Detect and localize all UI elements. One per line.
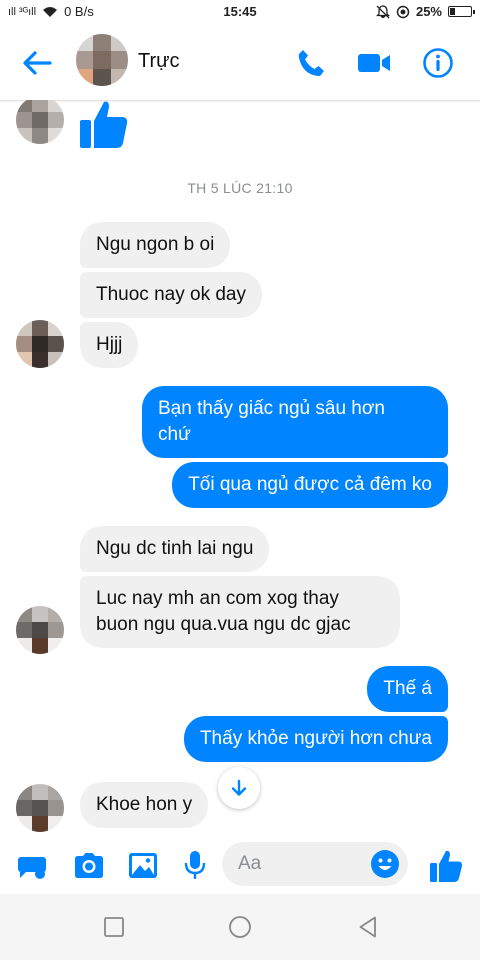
composer-bar: [0, 836, 480, 894]
message-timestamp: TH 5 LÚC 21:10: [187, 180, 293, 196]
status-bar: ıll ³ᴳıll 0 B/s 15:45 25%: [0, 0, 480, 24]
back-icon[interactable]: [356, 915, 380, 939]
incoming-message[interactable]: Thuoc nay ok day: [80, 272, 262, 318]
sender-avatar: [16, 320, 64, 368]
thumbs-up-icon[interactable]: [428, 848, 464, 884]
incoming-message[interactable]: Khoe hon y: [80, 782, 209, 828]
system-navigation-bar: [0, 894, 480, 960]
message-input[interactable]: [238, 842, 358, 886]
battery-icon: [448, 6, 475, 17]
message-input-box[interactable]: [222, 842, 408, 886]
message-list[interactable]: TH 5 LÚC 21:10 Ngu ngon b oi Thuoc nay o…: [0, 100, 480, 836]
data-saver-icon: [396, 5, 410, 18]
contact-avatar[interactable]: [76, 34, 128, 86]
sender-avatar: [16, 784, 64, 832]
info-icon[interactable]: [421, 46, 455, 80]
sender-avatar: [16, 606, 64, 654]
recent-apps-icon[interactable]: [102, 915, 126, 939]
outgoing-message[interactable]: Thế á: [367, 666, 448, 712]
contact-name[interactable]: Trực: [138, 50, 180, 73]
arrow-down-icon: [231, 779, 247, 796]
more-icon[interactable]: [16, 848, 50, 882]
home-icon[interactable]: [228, 915, 252, 939]
battery-percent: 25%: [415, 4, 442, 19]
mute-bell-icon: [375, 4, 390, 18]
microphone-icon[interactable]: [178, 848, 212, 882]
incoming-message[interactable]: Ngu dc tinh lai ngu: [80, 526, 270, 572]
scroll-to-bottom-button[interactable]: [218, 767, 260, 809]
video-camera-icon[interactable]: [356, 46, 392, 80]
emoji-icon[interactable]: [370, 849, 400, 879]
thumbs-up-sticker-icon: [80, 101, 128, 148]
phone-icon[interactable]: [294, 46, 328, 80]
incoming-message[interactable]: Hjjj: [80, 322, 139, 368]
outgoing-message[interactable]: Thấy khỏe người hơn chưa: [183, 716, 448, 762]
incoming-message[interactable]: Luc nay mh an com xog thay buon ngu qua.…: [80, 576, 400, 648]
outgoing-message[interactable]: Bạn thấy giấc ngủ sâu hơn chứ: [142, 386, 448, 458]
camera-icon[interactable]: [72, 848, 106, 882]
image-icon[interactable]: [126, 848, 160, 882]
arrow-left-icon[interactable]: [20, 46, 54, 80]
outgoing-message[interactable]: Tối qua ngủ được cả đêm ko: [172, 462, 448, 508]
conversation-header: Trực: [0, 24, 480, 101]
incoming-message[interactable]: Ngu ngon b oi: [80, 222, 231, 268]
sender-avatar: [16, 100, 64, 144]
